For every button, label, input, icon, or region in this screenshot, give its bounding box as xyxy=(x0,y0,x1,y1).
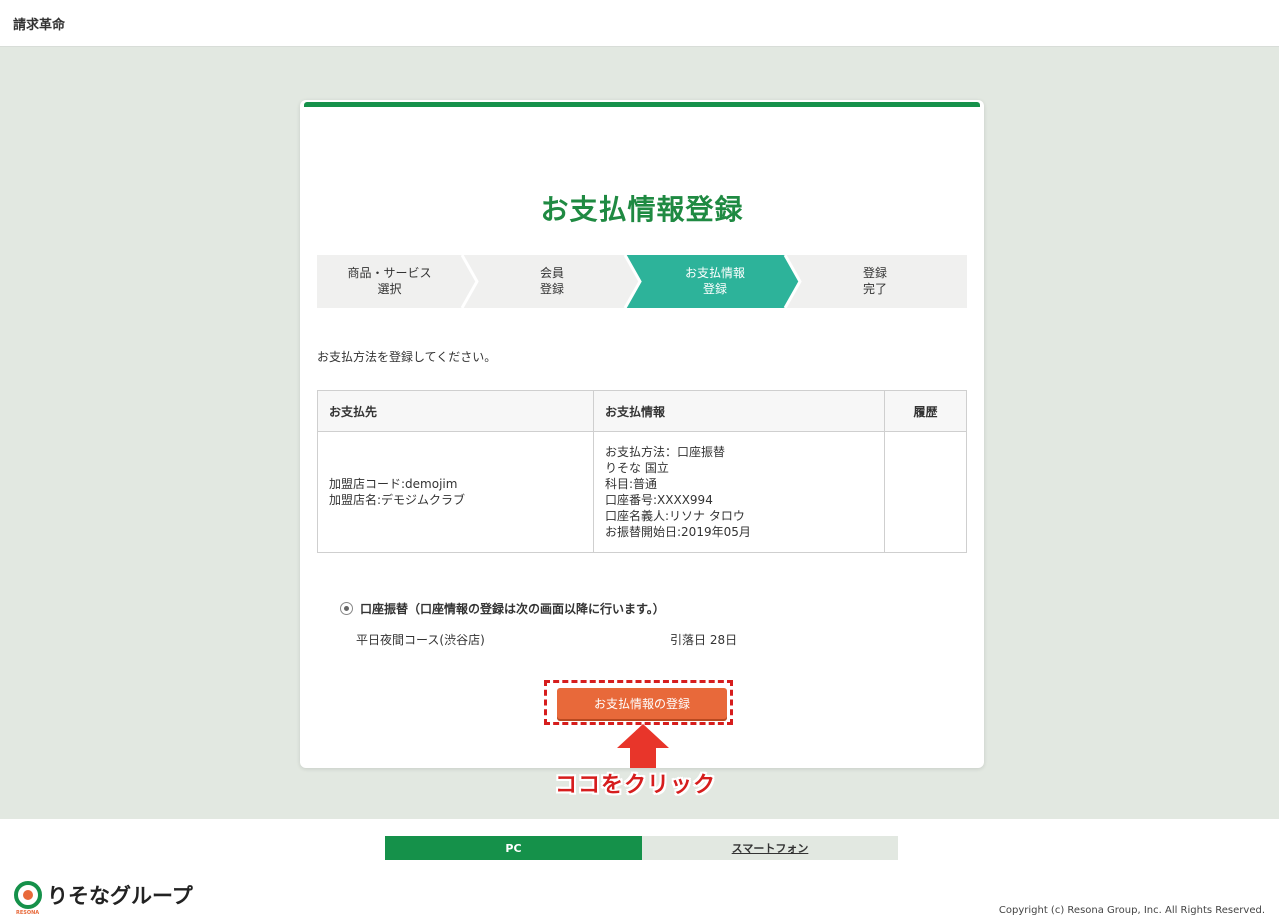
click-here-annotation: ココをクリック xyxy=(555,773,717,798)
step-2-line1: 会員 xyxy=(539,266,564,280)
payment-info-cell: お支払方法：口座振替 りそな 国立 科目:普通 口座番号:XXXX994 口座名… xyxy=(593,431,885,553)
copyright-text: Copyright (c) Resona Group, Inc. All Rig… xyxy=(998,905,1265,916)
payment-option-label: 口座振替（口座情報の登録は次の画面以降に行います。） xyxy=(360,602,665,616)
account-number: 口座番号:XXXX994 xyxy=(605,493,713,507)
app-header: 請求革命 xyxy=(0,0,1279,47)
view-pc-tab[interactable]: PC xyxy=(385,836,642,860)
step-3-line1: お支払情報 xyxy=(684,266,745,280)
page-title: お支払情報登録 xyxy=(540,193,744,226)
arrow-up-icon xyxy=(617,724,669,768)
resona-logo: りそなグループ RESONA xyxy=(13,880,193,916)
step-4-line1: 登録 xyxy=(862,266,887,280)
account-holder: 口座名義人:リソナ タロウ xyxy=(605,509,745,523)
step-1-label: 商品・サービス 選択 xyxy=(317,265,462,297)
debit-day: 引落日 28日 xyxy=(670,633,738,647)
payment-info-table: お支払先 お支払情報 履歴 加盟店コード:demojim 加盟店名:デモジムクラ… xyxy=(317,390,967,553)
course-name: 平日夜間コース(渋谷店) xyxy=(356,633,485,647)
merchant-name: 加盟店名:デモジムクラブ xyxy=(329,493,466,507)
logo-text: りそなグループ xyxy=(47,884,193,908)
footer: PC スマートフォン りそなグループ RESONA Copyright (c) … xyxy=(0,819,1279,921)
payment-option-bank-transfer[interactable]: 口座振替（口座情報の登録は次の画面以降に行います。） xyxy=(340,600,665,617)
merchant-code: 加盟店コード:demojim xyxy=(329,477,458,491)
history-cell xyxy=(884,431,967,553)
radio-selected-icon[interactable] xyxy=(340,602,353,615)
transfer-start-date: お振替開始日:2019年05月 xyxy=(605,525,751,539)
register-payment-button[interactable]: お支払情報の登録 xyxy=(557,688,727,719)
table-header-row: お支払先 お支払情報 履歴 xyxy=(317,390,967,432)
step-1-line2: 選択 xyxy=(377,282,402,296)
account-type: 科目:普通 xyxy=(605,477,658,491)
step-2-label: 会員 登録 xyxy=(477,265,627,297)
header-payment-info: お支払情報 xyxy=(593,390,885,432)
payee-cell: 加盟店コード:demojim 加盟店名:デモジムクラブ xyxy=(317,431,594,553)
step-4-line2: 完了 xyxy=(862,282,887,296)
step-4-label: 登録 完了 xyxy=(800,265,950,297)
card-accent-bar xyxy=(304,102,980,107)
resona-logo-icon xyxy=(14,881,42,909)
step-2-line2: 登録 xyxy=(539,282,564,296)
arrow-up-shape xyxy=(617,724,669,768)
brand-name: 請求革命 xyxy=(13,18,66,33)
payment-registration-card: お支払情報登録 商品・サービス 選択 会員 登録 お支払情報 登録 登録 完了 … xyxy=(300,100,984,768)
view-smartphone-link[interactable]: スマートフォン xyxy=(642,836,898,860)
step-3-label: お支払情報 登録 xyxy=(640,265,790,297)
logo-dot xyxy=(23,890,33,900)
bank-branch: りそな 国立 xyxy=(605,461,669,475)
step-1-line1: 商品・サービス xyxy=(347,266,432,280)
header-history: 履歴 xyxy=(884,390,967,432)
step-3-line2: 登録 xyxy=(702,282,727,296)
intro-text: お支払方法を登録してください。 xyxy=(317,350,497,364)
table-row: 加盟店コード:demojim 加盟店名:デモジムクラブ お支払方法：口座振替 り… xyxy=(317,431,967,553)
progress-steps: 商品・サービス 選択 会員 登録 お支払情報 登録 登録 完了 xyxy=(317,255,967,308)
payment-method: お支払方法：口座振替 xyxy=(605,445,726,459)
view-toggle: PC スマートフォン xyxy=(385,836,898,860)
logo-subtext: RESONA xyxy=(16,910,40,916)
header-payee: お支払先 xyxy=(317,390,594,432)
